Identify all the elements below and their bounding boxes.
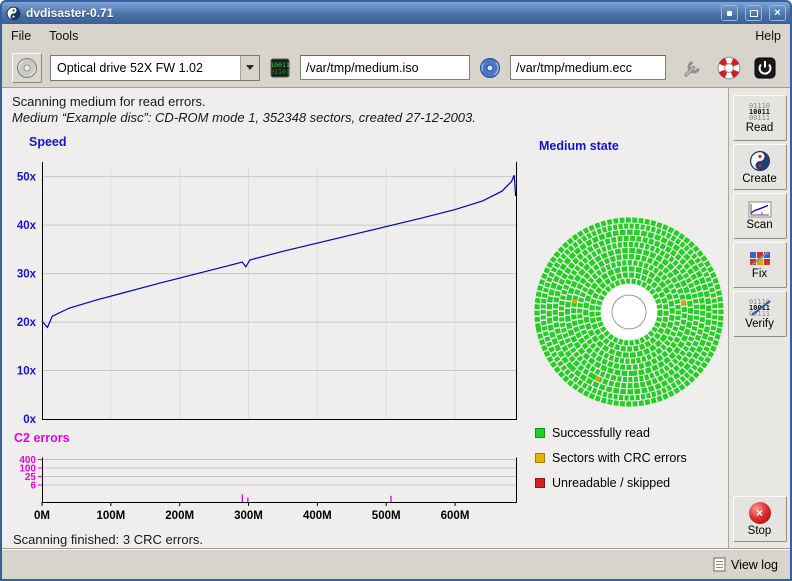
fix-blocks-icon (748, 250, 772, 267)
svg-text:500M: 500M (372, 510, 401, 522)
binary-verify-icon: 01110 10011 00111 (749, 299, 770, 317)
read-button[interactable]: 01110 10011 00111 Read (733, 95, 787, 141)
legend-item: Unreadable / skipped (535, 476, 687, 490)
svg-text:50x: 50x (17, 172, 37, 184)
menu-help[interactable]: Help (746, 26, 790, 46)
minimize-icon (727, 11, 732, 16)
lifesaver-icon (716, 55, 742, 81)
window-title: dvdisaster-0.71 (26, 6, 714, 20)
log-page-icon (713, 557, 726, 572)
ecc-path-input[interactable] (510, 55, 666, 80)
svg-text:01101: 01101 (270, 68, 290, 76)
action-sidebar: 01110 10011 00111 Read Create (728, 88, 790, 549)
wrench-icon (681, 56, 705, 80)
svg-text:400M: 400M (303, 510, 332, 522)
drive-button[interactable] (12, 53, 42, 83)
view-log-label: View log (731, 558, 778, 572)
svg-text:40x: 40x (17, 220, 37, 232)
chevron-down-icon (240, 56, 259, 80)
svg-text:100M: 100M (96, 510, 125, 522)
maximize-button[interactable] (745, 5, 762, 21)
create-button-label: Create (742, 173, 777, 185)
red-stop-ball-icon: × (749, 502, 771, 524)
scan-button-label: Scan (746, 219, 772, 231)
close-button[interactable]: × (769, 5, 786, 21)
power-icon (753, 56, 777, 80)
legend-swatch (535, 453, 545, 463)
fix-button-label: Fix (752, 268, 767, 280)
fix-button[interactable]: Fix (733, 242, 787, 288)
view-log-button[interactable]: View log (709, 555, 782, 574)
legend-item: Successfully read (535, 426, 687, 440)
legend-swatch (535, 428, 545, 438)
minimize-button[interactable] (721, 5, 738, 21)
legend-swatch (535, 478, 545, 488)
binary-line: 00111 (749, 115, 770, 121)
toolbar-right-group (678, 53, 780, 83)
status-line-primary: Scanning medium for read errors. (12, 94, 206, 109)
scan-result-text: Scanning finished: 3 CRC errors. (13, 532, 203, 547)
svg-text:0x: 0x (23, 414, 36, 426)
svg-text:600M: 600M (441, 510, 470, 522)
stop-button[interactable]: × Stop (733, 496, 787, 542)
yin-yang-icon (749, 150, 771, 172)
svg-text:30x: 30x (17, 269, 37, 281)
c2-errors-title: C2 errors (14, 431, 70, 445)
legend-label: Sectors with CRC errors (552, 451, 687, 465)
svg-text:0M: 0M (34, 510, 50, 522)
quit-button[interactable] (750, 53, 780, 83)
legend-label: Unreadable / skipped (552, 476, 670, 490)
read-button-label: Read (746, 122, 774, 134)
svg-text:300M: 300M (234, 510, 263, 522)
maximize-icon (750, 10, 758, 17)
yin-yang-icon (6, 6, 21, 21)
drive-select[interactable]: Optical drive 52X FW 1.02 (50, 55, 260, 81)
close-icon: × (774, 8, 780, 19)
legend-item: Sectors with CRC errors (535, 451, 687, 465)
scan-button[interactable]: Scan (733, 193, 787, 239)
iso-path-input[interactable] (300, 55, 470, 80)
statusbar: View log (2, 549, 790, 579)
svg-text:200M: 200M (165, 510, 194, 522)
cd-drive-icon (15, 56, 39, 80)
binary-read-icon: 01110 10011 00111 (749, 103, 770, 121)
titlebar[interactable]: dvdisaster-0.71 × (2, 2, 790, 24)
stop-button-label: Stop (748, 525, 772, 537)
scan-curve-icon (748, 201, 772, 218)
svg-text:400: 400 (19, 455, 36, 466)
status-line-medium-info: Medium “Example disc”: CD-ROM mode 1, 35… (12, 110, 476, 125)
verify-button-label: Verify (745, 318, 774, 330)
speed-chart-title: Speed (29, 135, 67, 149)
app-window: dvdisaster-0.71 × File Tools Help Optica… (0, 0, 792, 581)
medium-state-legend: Successfully read Sectors with CRC errors… (535, 426, 687, 490)
svg-text:20x: 20x (17, 317, 37, 329)
main-content: 0x10x20x30x40x50x6251004000M100M200M300M… (2, 88, 728, 549)
menu-file[interactable]: File (2, 26, 40, 46)
menu-tools[interactable]: Tools (40, 26, 87, 46)
preferences-button[interactable] (678, 53, 708, 83)
medium-state-title: Medium state (539, 139, 619, 153)
create-button[interactable]: Create (733, 144, 787, 190)
iso-image-file-icon: 10011 01101 (268, 56, 292, 80)
drive-select-value: Optical drive 52X FW 1.02 (51, 61, 240, 75)
legend-label: Successfully read (552, 426, 650, 440)
svg-text:10x: 10x (17, 366, 37, 378)
verify-pen-icon (748, 298, 774, 318)
toolbar: Optical drive 52X FW 1.02 10011 01101 (2, 48, 790, 88)
ecc-file-icon (478, 56, 502, 80)
verify-button[interactable]: 01110 10011 00111 Verify (733, 291, 787, 337)
menubar: File Tools Help (2, 24, 790, 48)
help-button[interactable] (714, 53, 744, 83)
